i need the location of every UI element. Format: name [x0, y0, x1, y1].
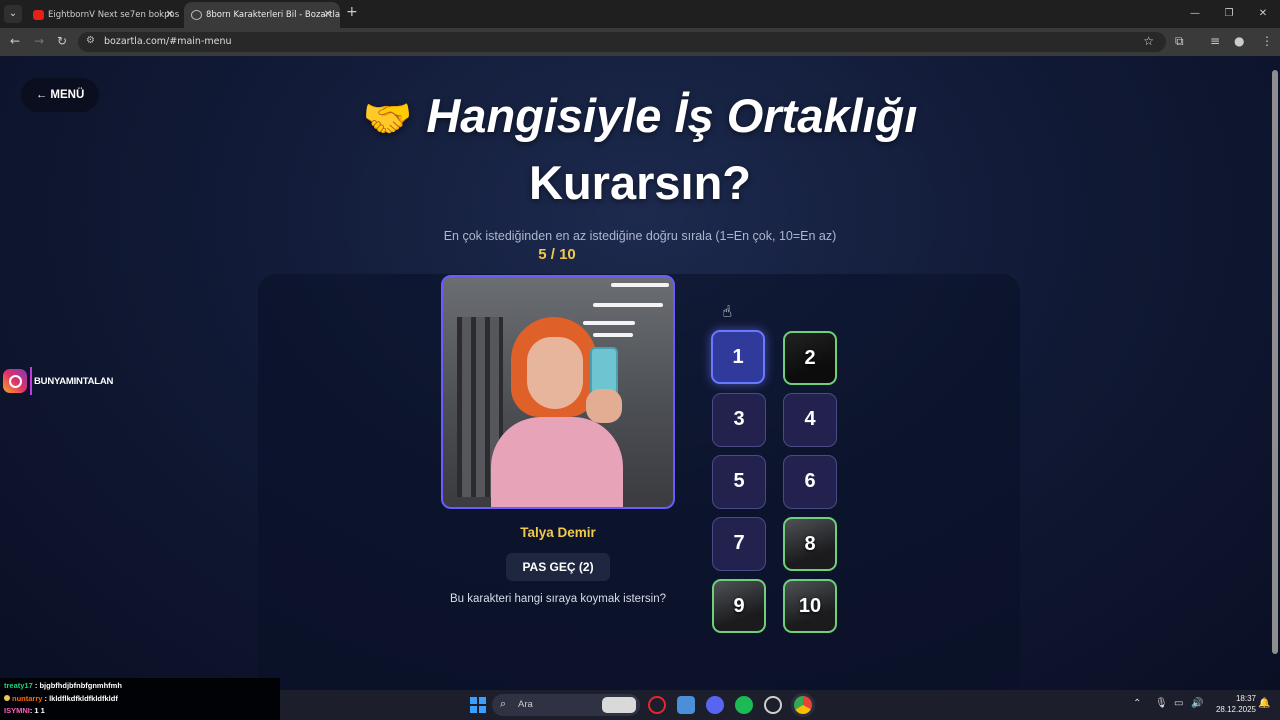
globe-icon — [191, 10, 202, 20]
search-highlight-icon — [602, 697, 636, 713]
notification-icon[interactable]: 🔔 — [1258, 698, 1270, 709]
chat-message: : lkldflkdfkldfkldfkldf — [44, 693, 118, 703]
chrome-icon[interactable] — [794, 696, 812, 714]
windows-taskbar: ⌕ Ara ⌃ 🎙 ▭ 🔊 18:37 28.12.2025 🔔 — [280, 690, 1280, 720]
microphone-icon[interactable]: 🎙 — [1155, 698, 1168, 709]
clock-date: 28.12.2025 — [1215, 705, 1256, 714]
close-icon[interactable]: ✕ — [324, 2, 332, 28]
page-subtitle: En çok istediğinden en az istediğine doğ… — [443, 229, 837, 243]
rank-slot-3[interactable]: 3 — [712, 393, 766, 447]
chat-message: : 1 1 — [29, 706, 45, 715]
skip-button[interactable]: PAS GEÇ (2) — [506, 553, 610, 581]
browser-toolbar: ← → ↻ ⚙ bozartla.com/#main-menu ☆ ⧉ ≡ ● … — [0, 28, 1280, 56]
browser-tab-bar: ⌄ EightbornV Next se7en bokpos ✕ 8born K… — [0, 0, 1280, 28]
youtube-icon — [33, 10, 44, 20]
scrollbar[interactable] — [1272, 70, 1278, 654]
rank-slot-7[interactable]: 7 — [712, 517, 766, 571]
tab-label: 8born Karakterleri Bil - Bozartla — [206, 10, 340, 20]
discord-icon[interactable] — [706, 696, 724, 714]
site-info-icon[interactable]: ⚙ — [86, 35, 95, 46]
steam-icon[interactable] — [764, 696, 782, 714]
rank-slot-9[interactable]: 9 — [712, 579, 766, 633]
chat-user: nuntarry — [12, 693, 43, 703]
close-icon[interactable]: ✕ — [166, 2, 174, 28]
restore-icon[interactable]: ❐ — [1212, 0, 1246, 28]
character-portrait — [441, 275, 675, 509]
window-controls: — ❐ ✕ — [1178, 0, 1280, 28]
address-bar[interactable]: ⚙ bozartla.com/#main-menu ☆ — [78, 32, 1166, 52]
chat-user: treaty17 — [4, 681, 33, 690]
tab-search-button[interactable]: ⌄ — [4, 5, 22, 23]
clock-time: 18:37 — [1235, 694, 1256, 703]
handshake-icon: 🤝 — [362, 97, 413, 141]
reload-icon[interactable]: ↻ — [57, 34, 67, 48]
tab-youtube[interactable]: EightbornV Next se7en bokpos ✕ — [26, 2, 182, 28]
tab-bozartla[interactable]: 8born Karakterleri Bil - Bozartla ✕ — [184, 2, 340, 28]
new-tab-button[interactable]: + — [346, 4, 358, 20]
windows-start-icon[interactable] — [470, 697, 486, 713]
rank-slot-6[interactable]: 6 — [783, 455, 837, 509]
search-icon: ⌕ — [500, 697, 507, 710]
chat-line: nuntarry : lkldflkdfkldfkldfkldf — [4, 693, 276, 706]
rank-slot-5[interactable]: 5 — [712, 455, 766, 509]
tray-chevron-icon[interactable]: ⌃ — [1133, 698, 1141, 709]
taskbar-search[interactable]: ⌕ Ara — [492, 694, 640, 716]
profile-icon[interactable]: ● — [1234, 34, 1244, 48]
progress-counter: 5 / 10 — [538, 246, 576, 263]
rank-slot-4[interactable]: 4 — [783, 393, 837, 447]
character-name: Talya Demir — [520, 525, 596, 540]
bookmark-star-icon[interactable]: ☆ — [1143, 34, 1154, 48]
network-icon[interactable]: ▭ — [1174, 698, 1183, 709]
instagram-handle: BUNYAMINTALAN — [34, 376, 114, 387]
forward-icon[interactable]: → — [34, 34, 44, 48]
menu-button[interactable]: ← MENÜ — [21, 78, 99, 112]
volume-icon[interactable]: 🔊 — [1191, 698, 1203, 709]
back-icon[interactable]: ← — [10, 34, 20, 48]
minimize-icon[interactable]: — — [1178, 0, 1212, 28]
network-app-icon[interactable] — [677, 696, 695, 714]
tab-label: EightbornV Next se7en bokpos — [48, 10, 180, 20]
chat-message: : bjgbfhdjbfnbfgnmhfmh — [34, 681, 122, 690]
close-window-icon[interactable]: ✕ — [1246, 0, 1280, 28]
badge-icon — [4, 694, 10, 701]
title-line-1: Hangisiyle İş Ortaklığı — [426, 89, 918, 142]
rank-slot-8[interactable]: 8 — [783, 517, 837, 571]
chat-line: ISYMNI: 1 1 — [4, 705, 276, 718]
rank-slot-10[interactable]: 10 — [783, 579, 837, 633]
stream-chat: treaty17 : bjgbfhdjbfnbfgnmhfmh nuntarry… — [0, 678, 280, 720]
instagram-icon — [3, 369, 27, 393]
media-icon[interactable]: ≡ — [1210, 34, 1220, 48]
opera-icon[interactable] — [648, 696, 666, 714]
menu-dots-icon[interactable]: ⋮ — [1261, 34, 1273, 48]
taskbar-search-placeholder: Ara — [518, 699, 533, 710]
page-title: 🤝 Hangisiyle İş Ortaklığı Kurarsın? — [300, 84, 980, 215]
title-line-2: Kurarsın? — [529, 156, 751, 209]
spotify-icon[interactable] — [735, 696, 753, 714]
divider — [30, 367, 32, 395]
url-text: bozartla.com/#main-menu — [104, 36, 232, 47]
rank-slot-2[interactable]: 2 — [783, 331, 837, 385]
taskbar-clock[interactable]: 18:37 28.12.2025 — [1208, 693, 1256, 715]
rank-question: Bu karakteri hangi sıraya koymak istersi… — [449, 593, 667, 605]
chat-line: treaty17 : bjgbfhdjbfnbfgnmhfmh — [4, 680, 276, 693]
extensions-icon[interactable]: ⧉ — [1175, 34, 1184, 49]
rank-slot-1[interactable]: 1 — [711, 330, 765, 384]
chat-user: ISYMNI — [4, 706, 30, 715]
